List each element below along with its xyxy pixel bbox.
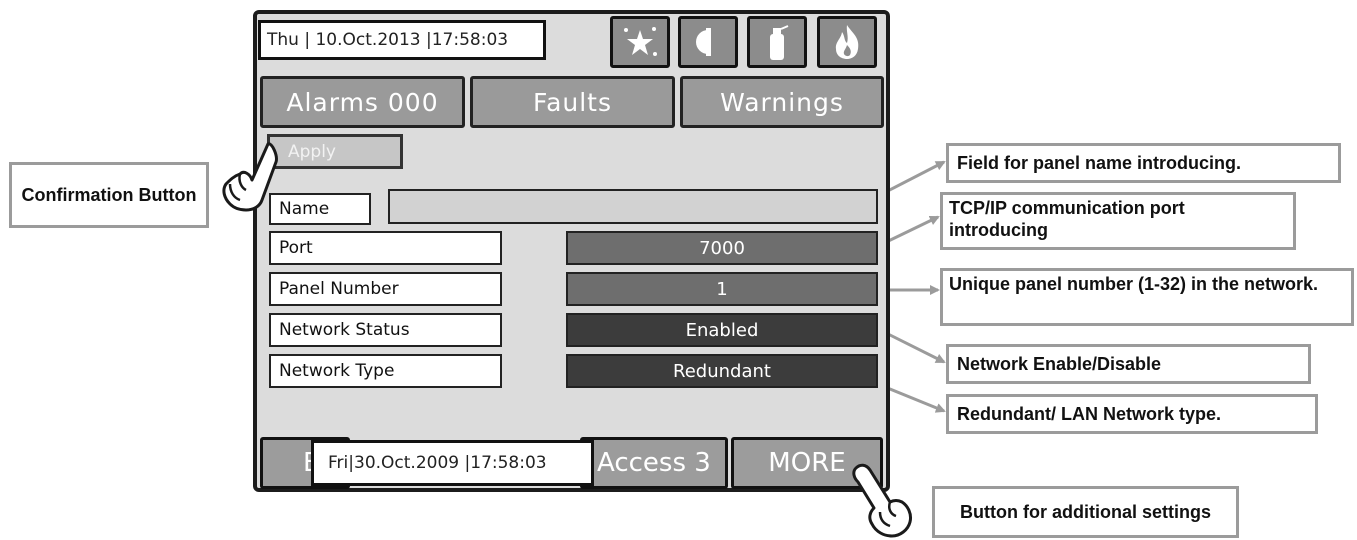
date-time-display: Thu | 10.Oct.2013 | 17:58:03 [258,20,546,60]
callout-port: TCP/IP communication port introducing [940,192,1296,250]
callout-network-status: Network Enable/Disable [946,344,1311,384]
fire-icon-button[interactable] [817,16,877,68]
fire-icon [835,25,859,59]
network-status-label: Network Status [269,313,502,347]
half-circle-icon [696,28,711,56]
clock-day: Fri [328,453,349,473]
date-time: 17:58:03 [431,30,509,50]
tab-warnings[interactable]: Warnings [680,76,884,128]
date-date: 10.Oct.2013 [315,30,421,50]
extinguisher-icon-button[interactable] [747,16,807,68]
name-label: Name [269,193,371,225]
access-level-button[interactable]: Access 3 [580,437,728,489]
sparkle-star-icon-button[interactable] [610,16,670,68]
pointing-hand-icon-more [852,463,912,538]
callout-network-type: Redundant/ LAN Network type. [946,394,1318,434]
tab-alarms[interactable]: Alarms 000 [260,76,465,128]
callout-panel-number: Unique panel number (1-32) in the networ… [940,268,1354,326]
clock-date: 30.Oct.2009 [354,453,460,473]
callout-more-button: Button for additional settings [932,486,1239,538]
callout-name-field: Field for panel name introducing. [946,143,1341,183]
port-value[interactable]: 7000 [566,231,878,265]
network-type-value[interactable]: Redundant [566,354,878,388]
sparkle-star-icon [624,27,657,56]
date-day: Thu [267,30,299,50]
callout-confirmation-button: Confirmation Button [9,162,209,228]
apply-button[interactable]: Apply [267,134,403,169]
panel-number-label: Panel Number [269,272,502,306]
extinguisher-icon [770,25,789,60]
tab-faults[interactable]: Faults [470,76,675,128]
network-status-value[interactable]: Enabled [566,313,878,347]
half-circle-icon-button[interactable] [678,16,738,68]
panel-number-value[interactable]: 1 [566,272,878,306]
name-input[interactable] [388,189,878,224]
port-label: Port [269,231,502,265]
network-type-label: Network Type [269,354,502,388]
clock-time: 17:58:03 [470,453,547,473]
clock-popup: Fri | 30.Oct.2009 | 17:58:03 [311,440,594,486]
